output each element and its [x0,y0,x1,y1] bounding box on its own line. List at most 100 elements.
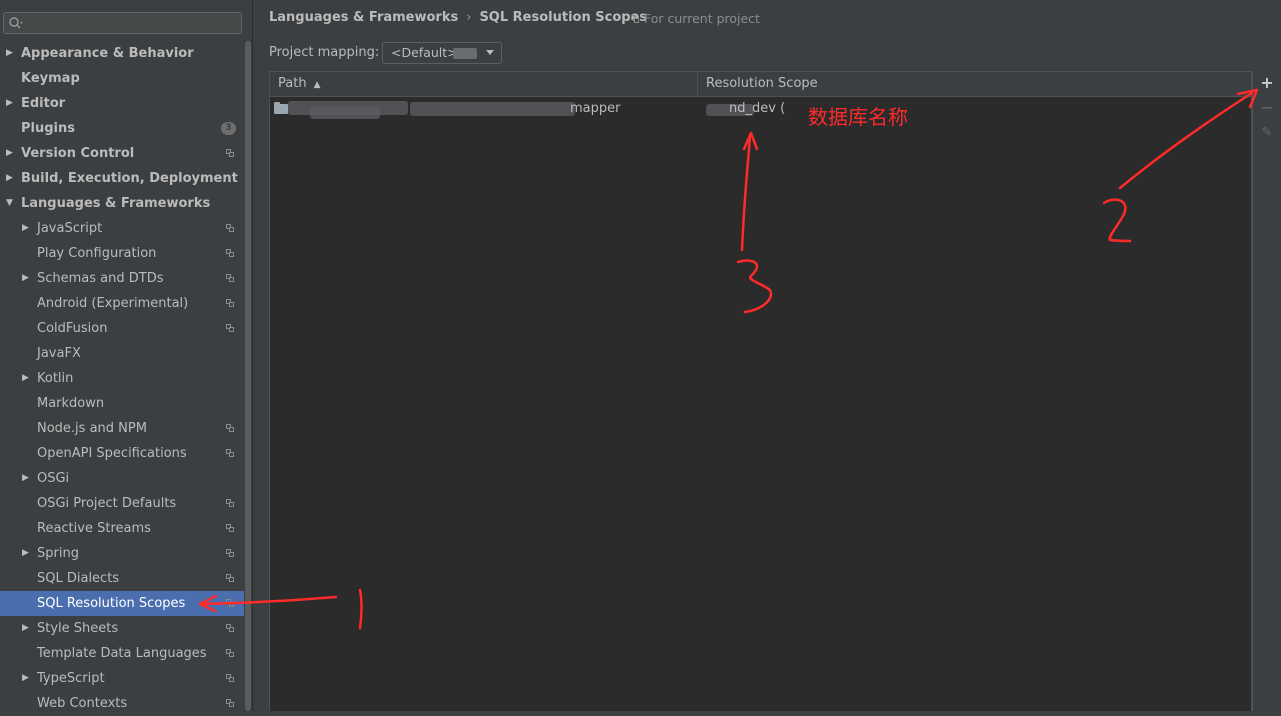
sidebar-item-label: SQL Resolution Scopes [37,596,186,611]
project-icon [226,149,234,157]
sidebar-item[interactable]: ▶ OSGi [0,466,244,491]
sidebar-item-label: TypeScript [37,671,105,686]
chevron-down-icon [486,50,494,55]
sidebar-item-label: JavaFX [37,346,81,361]
sidebar-item-label: Markdown [37,396,105,411]
sidebar-item-label: Template Data Languages [37,646,207,661]
collapsed-arrow-icon[interactable]: ▶ [22,541,29,566]
sidebar-item[interactable]: ▶ Editor [0,91,244,116]
project-icon [226,449,234,457]
sidebar-item-label: Android (Experimental) [37,296,189,311]
sidebar-item-label: Style Sheets [37,621,119,636]
expanded-arrow-icon[interactable]: ▼ [6,191,13,216]
sidebar-item[interactable]: JavaFX [0,341,244,366]
collapsed-arrow-icon[interactable]: ▶ [22,366,29,391]
sidebar-item-label: OSGi Project Defaults [37,496,177,511]
edit-icon[interactable]: ✎ [1259,125,1275,141]
column-header-scope[interactable]: Resolution Scope [706,72,818,96]
sidebar-item[interactable]: Template Data Languages [0,641,244,666]
sidebar-item[interactable]: SQL Resolution Scopes [0,591,244,616]
annotation-db-name-note: 数据库名称 [808,105,908,129]
project-mapping-select[interactable]: <Default> [382,42,502,64]
project-mapping-label: Project mapping: [269,45,380,60]
row-path-visible: mapper [570,101,621,116]
sidebar-item-label: OSGi [37,471,70,486]
column-divider[interactable] [697,72,698,96]
settings-tree: ▶ Appearance & Behavior Keymap ▶ Editor Plugi… [0,41,244,716]
redacted-blur [410,102,575,116]
sidebar-item-label: Node.js and NPM [37,421,147,436]
sidebar-scrollbar[interactable] [244,41,252,711]
collapsed-arrow-icon[interactable]: ▶ [22,266,29,291]
breadcrumb-parent[interactable]: Languages & Frameworks [269,10,458,25]
settings-sidebar: ▶ Appearance & Behavior Keymap ▶ Editor Plugi… [0,0,253,711]
search-input[interactable] [3,12,242,34]
sidebar-item[interactable]: OpenAPI Specifications [0,441,244,466]
project-icon [226,574,234,582]
project-icon [631,15,639,23]
sidebar-item[interactable]: ▼ Languages & Frameworks [0,191,244,216]
search-icon [9,17,23,29]
breadcrumb: Languages & Frameworks › SQL Resolution Sc… [269,10,647,25]
collapsed-arrow-icon[interactable]: ▶ [22,216,29,241]
sidebar-item[interactable]: Play Configuration [0,241,244,266]
sidebar-item-label: JavaScript [37,221,103,236]
sidebar-item[interactable]: Reactive Streams [0,516,244,541]
project-icon [226,549,234,557]
column-header-path[interactable]: Path ▲ [278,72,320,96]
sidebar-item[interactable]: OSGi Project Defaults [0,491,244,516]
settings-content: Languages & Frameworks › SQL Resolution Sc… [253,0,1281,711]
collapsed-arrow-icon[interactable]: ▶ [22,616,29,641]
sidebar-item[interactable]: ▶ Spring [0,541,244,566]
project-icon [226,599,234,607]
scope-note-text: For current project [644,11,760,26]
sidebar-item[interactable]: Keymap [0,66,244,91]
sidebar-item[interactable]: Markdown [0,391,244,416]
sidebar-item[interactable]: ▶ JavaScript [0,216,244,241]
sidebar-item-label: Schemas and DTDs [37,271,164,286]
project-icon [226,674,234,682]
row-scope-visible: nd_dev ( [729,101,786,116]
table-toolbar: + − ✎ [1252,71,1281,711]
collapsed-arrow-icon[interactable]: ▶ [22,466,29,491]
sidebar-scrollbar-thumb[interactable] [245,41,251,711]
project-icon [226,249,234,257]
add-icon[interactable]: + [1259,75,1275,91]
sidebar-item[interactable]: ▶ TypeScript [0,666,244,691]
collapsed-arrow-icon[interactable]: ▶ [6,166,13,191]
project-icon [226,224,234,232]
breadcrumb-separator: › [466,10,472,25]
collapsed-arrow-icon[interactable]: ▶ [6,141,13,166]
sidebar-item-label: Play Configuration [37,246,157,261]
collapsed-arrow-icon[interactable]: ▶ [22,666,29,691]
project-icon [226,299,234,307]
project-icon [226,324,234,332]
collapsed-arrow-icon[interactable]: ▶ [6,41,13,66]
sidebar-item-label: Appearance & Behavior [21,46,194,61]
sidebar-item[interactable]: SQL Dialects [0,566,244,591]
sidebar-item-label: ColdFusion [37,321,108,336]
redacted-blur [453,48,477,59]
remove-icon[interactable]: − [1259,100,1275,116]
project-icon [226,524,234,532]
table-row[interactable]: mapper nd_dev ( [270,97,1251,121]
sidebar-item-label: Spring [37,546,79,561]
sidebar-item[interactable]: Web Contexts [0,691,244,716]
resolution-scope-table: Path ▲ Resolution Scope mapper nd_dev ( [269,71,1252,711]
sidebar-item[interactable]: ColdFusion [0,316,244,341]
sidebar-item[interactable]: ▶ Appearance & Behavior [0,41,244,66]
sidebar-item[interactable]: Android (Experimental) [0,291,244,316]
sidebar-item[interactable]: Node.js and NPM [0,416,244,441]
project-icon [226,649,234,657]
sort-ascending-icon: ▲ [313,80,321,90]
sidebar-item[interactable]: ▶ Kotlin [0,366,244,391]
sidebar-item[interactable]: ▶ Style Sheets [0,616,244,641]
sidebar-item[interactable]: ▶ Version Control [0,141,244,166]
project-icon [226,624,234,632]
breadcrumb-current: SQL Resolution Scopes [479,10,648,25]
sidebar-item[interactable]: ▶ Build, Execution, Deployment [0,166,244,191]
sidebar-item[interactable]: Plugins 3 [0,116,244,141]
project-icon [226,424,234,432]
collapsed-arrow-icon[interactable]: ▶ [6,91,13,116]
sidebar-item[interactable]: ▶ Schemas and DTDs [0,266,244,291]
